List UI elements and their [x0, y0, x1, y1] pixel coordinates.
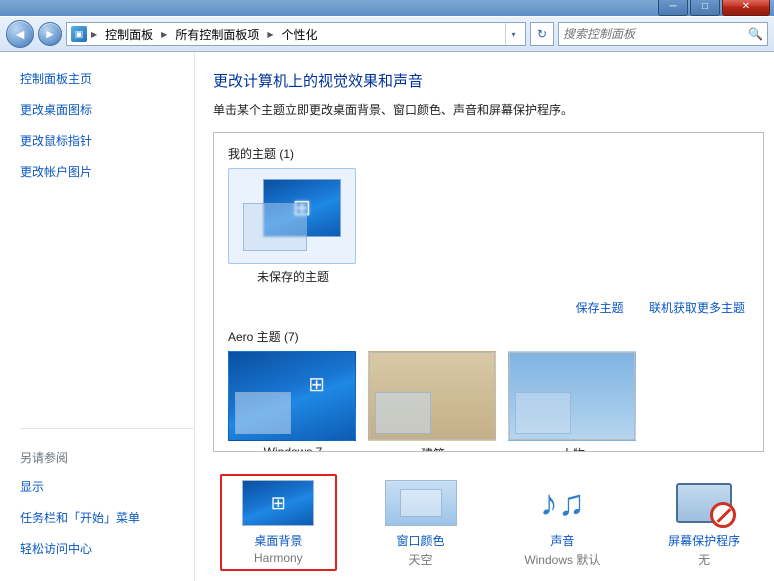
sounds-setting[interactable]: ♪♫ 声音 Windows 默认 — [504, 480, 620, 571]
page-title: 更改计算机上的视觉效果和声音 — [213, 70, 764, 91]
setting-title: 窗口颜色 — [363, 532, 479, 549]
maximize-button[interactable]: □ — [690, 0, 720, 16]
address-bar[interactable]: ▣ ▶ 控制面板 ▶ 所有控制面板项 ▶ 个性化 ▾ — [66, 22, 526, 46]
search-input[interactable] — [563, 27, 744, 41]
theme-label: 建筑 — [368, 445, 498, 452]
setting-subtitle: Harmony — [224, 551, 333, 565]
get-more-themes-link[interactable]: 联机获取更多主题 — [649, 301, 745, 315]
setting-title: 桌面背景 — [224, 532, 333, 549]
screensaver-setting[interactable]: 屏幕保护程序 无 — [646, 480, 762, 571]
theme-label: Windows 7 — [228, 445, 358, 452]
setting-title: 屏幕保护程序 — [646, 532, 762, 549]
sidebar-link[interactable]: 更改帐户图片 — [20, 163, 194, 180]
forward-button[interactable]: ► — [38, 22, 62, 46]
control-panel-home-link[interactable]: 控制面板主页 — [20, 70, 194, 87]
theme-item-unsaved[interactable]: 未保存的主题 — [228, 168, 358, 285]
explorer-navbar: ◄ ► ▣ ▶ 控制面板 ▶ 所有控制面板项 ▶ 个性化 ▾ ↻ 🔍 — [0, 16, 774, 52]
theme-item-architecture[interactable]: 建筑 — [368, 351, 498, 452]
window-color-setting[interactable]: 窗口颜色 天空 — [363, 480, 479, 571]
screensaver-icon — [668, 480, 740, 526]
see-also-link[interactable]: 任务栏和「开始」菜单 — [20, 509, 194, 526]
chevron-right-icon[interactable]: ▶ — [159, 30, 169, 39]
sidebar: 控制面板主页 更改桌面图标 更改鼠标指针 更改帐户图片 另请参阅 显示 任务栏和… — [0, 52, 195, 581]
my-themes-label: 我的主题 (1) — [228, 145, 749, 162]
theme-label: 未保存的主题 — [228, 268, 358, 285]
aero-themes-label: Aero 主题 (7) — [228, 328, 749, 345]
themes-container: 我的主题 (1) 未保存的主题 保存主题 联机获取更多主题 Aero 主题 (7… — [213, 132, 764, 452]
close-button[interactable]: ✕ — [722, 0, 770, 16]
sidebar-link[interactable]: 更改桌面图标 — [20, 101, 194, 118]
window-color-icon — [385, 480, 457, 526]
breadcrumb[interactable]: 控制面板 — [101, 26, 157, 43]
setting-subtitle: 天空 — [363, 551, 479, 568]
setting-subtitle: Windows 默认 — [504, 551, 620, 568]
save-theme-link[interactable]: 保存主题 — [576, 301, 624, 315]
setting-subtitle: 无 — [646, 551, 762, 568]
search-icon[interactable]: 🔍 — [748, 27, 763, 41]
refresh-button[interactable]: ↻ — [530, 22, 554, 46]
breadcrumb[interactable]: 所有控制面板项 — [171, 26, 263, 43]
theme-item-windows7[interactable]: ⊞ Windows 7 — [228, 351, 358, 452]
personalization-settings-row: ⊞ 桌面背景 Harmony 窗口颜色 天空 ♪♫ 声音 Windows 默认 … — [218, 476, 764, 575]
chevron-right-icon[interactable]: ▶ — [265, 30, 275, 39]
address-dropdown[interactable]: ▾ — [505, 23, 521, 45]
search-box[interactable]: 🔍 — [558, 22, 768, 46]
see-also-link[interactable]: 轻松访问中心 — [20, 540, 194, 557]
breadcrumb[interactable]: 个性化 — [278, 26, 322, 43]
wallpaper-icon: ⊞ — [242, 480, 314, 526]
theme-label: 人物 — [508, 445, 638, 452]
desktop-background-setting[interactable]: ⊞ 桌面背景 Harmony — [220, 474, 337, 571]
see-also-link[interactable]: 显示 — [20, 478, 194, 495]
chevron-right-icon[interactable]: ▶ — [89, 30, 99, 39]
control-panel-icon: ▣ — [71, 26, 87, 42]
window-titlebar: ─ □ ✕ — [0, 0, 774, 16]
setting-title: 声音 — [504, 532, 620, 549]
minimize-button[interactable]: ─ — [658, 0, 688, 16]
back-button[interactable]: ◄ — [6, 20, 34, 48]
theme-item-people[interactable]: 人物 — [508, 351, 638, 452]
see-also-heading: 另请参阅 — [20, 449, 194, 466]
sidebar-link[interactable]: 更改鼠标指针 — [20, 132, 194, 149]
page-description: 单击某个主题立即更改桌面背景、窗口颜色、声音和屏幕保护程序。 — [213, 101, 764, 118]
sound-icon: ♪♫ — [526, 480, 598, 526]
theme-window-icon — [243, 203, 307, 251]
